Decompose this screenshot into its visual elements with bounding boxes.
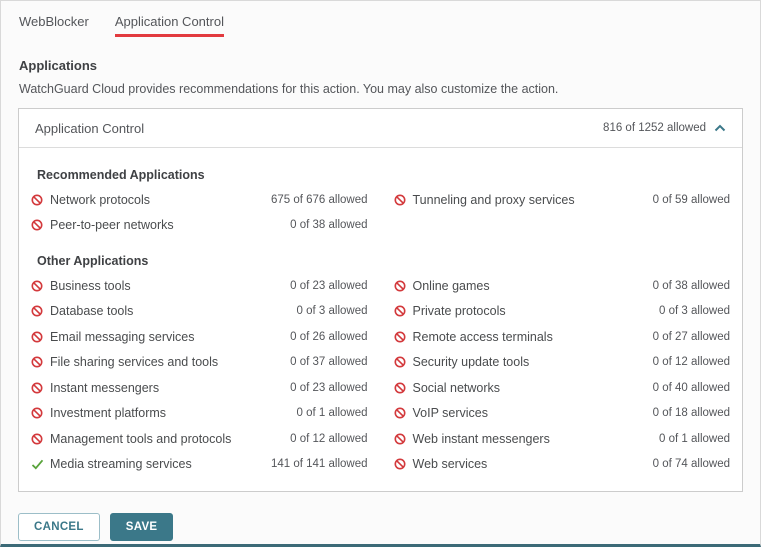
prohibition-icon — [394, 407, 407, 419]
application-category-row[interactable]: Peer-to-peer networks 0 of 38 allowed — [31, 213, 368, 239]
allowed-count-summary: 816 of 1252 allowed — [603, 122, 706, 134]
prohibition-icon — [31, 331, 44, 343]
prohibition-icon — [31, 305, 44, 317]
prohibition-icon — [394, 382, 407, 394]
allowed-count: 675 of 676 allowed — [270, 193, 368, 206]
allowed-count: 0 of 3 allowed — [659, 305, 730, 318]
cancel-button[interactable]: CANCEL — [18, 513, 100, 541]
application-category-row[interactable]: Management tools and protocols 0 of 12 al… — [31, 426, 368, 452]
category-label: VoIP services — [412, 406, 489, 421]
prohibition-icon — [394, 280, 407, 292]
panel-sections: Recommended Applications Network protocol… — [19, 148, 742, 491]
application-category-row[interactable]: Web instant messengers 0 of 1 allowed — [394, 426, 730, 452]
tab-webblocker[interactable]: WebBlocker — [19, 14, 89, 37]
allowed-count: 0 of 38 allowed — [652, 279, 730, 292]
application-control-panel: Application Control 816 of 1252 allowed … — [18, 108, 743, 492]
category-label: Management tools and protocols — [50, 431, 232, 446]
allowed-count: 0 of 74 allowed — [652, 458, 730, 471]
allowed-count: 0 of 3 allowed — [296, 305, 368, 318]
category-label: File sharing services and tools — [50, 355, 219, 370]
application-category-row[interactable]: File sharing services and tools 0 of 37 a… — [31, 350, 368, 376]
application-category-row[interactable]: Investment platforms 0 of 1 allowed — [31, 401, 368, 427]
application-category-row[interactable]: Business tools 0 of 23 allowed — [31, 273, 368, 299]
application-category-row[interactable]: Media streaming services 141 of 141 allow… — [31, 452, 368, 478]
category-label: Private protocols — [412, 304, 506, 319]
application-category-row[interactable]: Tunneling and proxy services 0 of 59 allo… — [394, 187, 730, 213]
tab-application-control[interactable]: Application Control — [114, 14, 224, 37]
allowed-count: 0 of 23 allowed — [290, 381, 368, 394]
application-category-row[interactable]: Instant messengers 0 of 23 allowed — [31, 375, 368, 401]
save-button[interactable]: SAVE — [109, 513, 174, 541]
allowed-count: 0 of 23 allowed — [290, 279, 368, 292]
category-label: Media streaming services — [50, 457, 192, 472]
application-category-row[interactable]: Database tools 0 of 3 allowed — [31, 299, 368, 325]
application-control-page: WebBlocker Application Control Applicati… — [0, 0, 761, 547]
tab-bar: WebBlocker Application Control — [1, 1, 760, 37]
application-category-row[interactable]: Web services 0 of 74 allowed — [394, 452, 730, 478]
prohibition-icon — [31, 219, 44, 231]
prohibition-icon — [31, 194, 44, 206]
application-category-row[interactable]: Social networks 0 of 40 allowed — [394, 375, 730, 401]
allowed-count: 0 of 59 allowed — [652, 193, 730, 206]
category-label: Email messaging services — [50, 329, 195, 344]
prohibition-icon — [31, 407, 44, 419]
prohibition-icon — [31, 433, 44, 445]
chevron-up-icon[interactable] — [714, 119, 726, 137]
allowed-count: 0 of 26 allowed — [290, 330, 368, 343]
category-label: Security update tools — [412, 355, 530, 370]
section-title: Other Applications — [37, 254, 149, 268]
application-category-row[interactable]: Security update tools 0 of 12 allowed — [394, 350, 730, 376]
panel-header[interactable]: Application Control 816 of 1252 allowed — [19, 109, 742, 148]
applications-grid: Network protocols 675 of 676 allowed Tunne… — [31, 187, 730, 238]
allowed-count: 0 of 38 allowed — [290, 219, 368, 232]
prohibition-icon — [31, 280, 44, 292]
prohibition-icon — [394, 433, 407, 445]
allowed-count: 0 of 12 allowed — [652, 356, 730, 369]
allowed-count: 0 of 1 allowed — [659, 432, 730, 445]
application-category-row[interactable]: Email messaging services 0 of 26 allowed — [31, 324, 368, 350]
allowed-count: 0 of 1 allowed — [296, 407, 368, 420]
category-label: Web instant messengers — [412, 431, 550, 446]
prohibition-icon — [394, 458, 407, 470]
category-label: Social networks — [412, 380, 501, 395]
category-label: Investment platforms — [50, 406, 167, 421]
page-description: WatchGuard Cloud provides recommendation… — [19, 82, 559, 96]
application-category-row[interactable]: Private protocols 0 of 3 allowed — [394, 299, 730, 325]
category-label: Tunneling and proxy services — [412, 192, 575, 207]
panel-summary: 816 of 1252 allowed — [603, 119, 726, 137]
category-label: Peer-to-peer networks — [50, 218, 174, 233]
prohibition-icon — [31, 356, 44, 368]
category-label: Database tools — [50, 304, 134, 319]
category-label: Web services — [412, 457, 488, 472]
category-label: Remote access terminals — [412, 329, 553, 344]
application-category-row[interactable]: Remote access terminals 0 of 27 allowed — [394, 324, 730, 350]
prohibition-icon — [394, 194, 407, 206]
prohibition-icon — [394, 356, 407, 368]
allowed-count: 0 of 40 allowed — [652, 381, 730, 394]
check-icon — [31, 459, 44, 470]
allowed-count: 0 of 37 allowed — [290, 356, 368, 369]
panel-title: Application Control — [35, 120, 145, 136]
allowed-count: 0 of 27 allowed — [652, 330, 730, 343]
applications-grid: Business tools 0 of 23 allowed Online game… — [31, 273, 730, 477]
footer-actions: CANCEL SAVE — [18, 513, 743, 541]
application-category-row[interactable]: Network protocols 675 of 676 allowed — [31, 187, 368, 213]
prohibition-icon — [394, 305, 407, 317]
page-title: Applications — [19, 58, 98, 73]
prohibition-icon — [31, 382, 44, 394]
allowed-count: 0 of 18 allowed — [652, 407, 730, 420]
prohibition-icon — [394, 331, 407, 343]
application-category-row[interactable]: VoIP services 0 of 18 allowed — [394, 401, 730, 427]
allowed-count: 0 of 12 allowed — [290, 432, 368, 445]
allowed-count: 141 of 141 allowed — [270, 458, 368, 471]
category-label: Business tools — [50, 278, 131, 293]
category-label: Instant messengers — [50, 380, 160, 395]
application-category-row[interactable]: Online games 0 of 38 allowed — [394, 273, 730, 299]
category-label: Network protocols — [50, 192, 151, 207]
section-title: Recommended Applications — [37, 168, 205, 182]
category-label: Online games — [412, 278, 490, 293]
